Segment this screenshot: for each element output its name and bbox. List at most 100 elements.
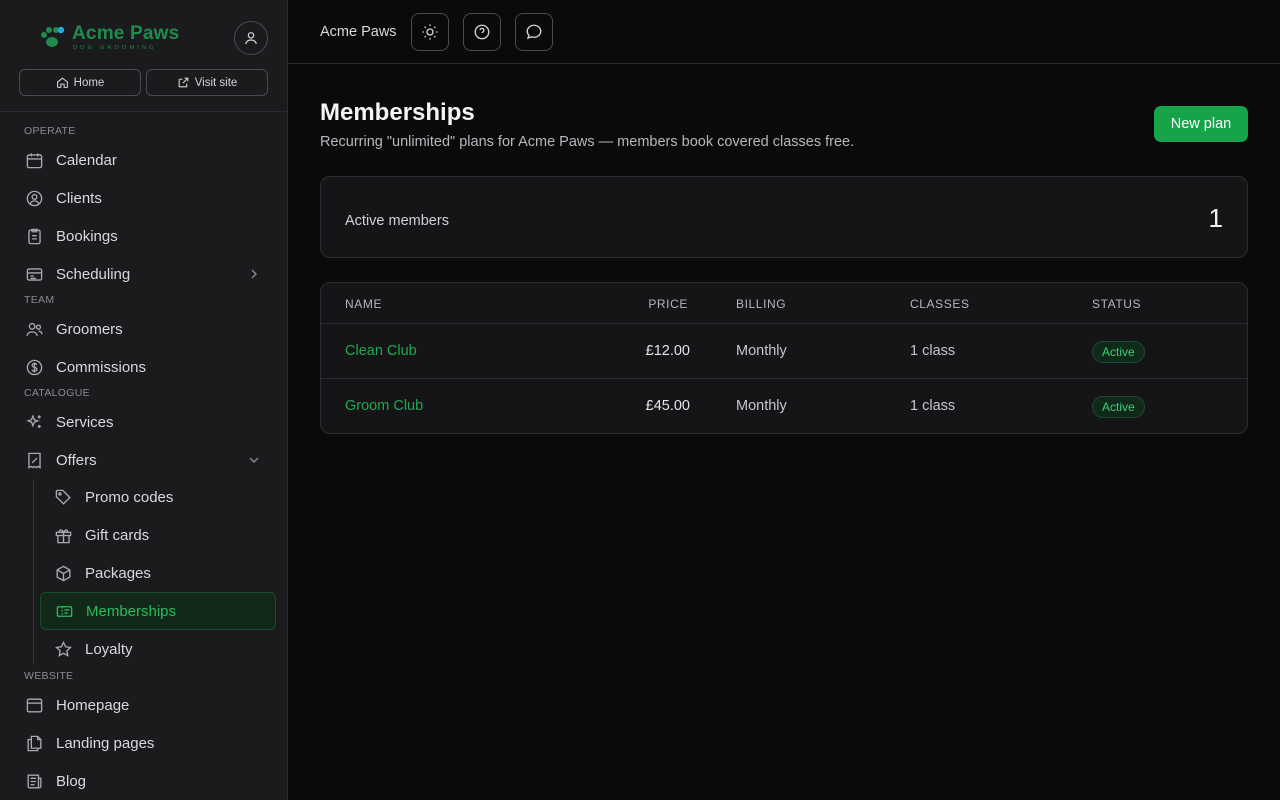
plan-price: £12.00 (645, 343, 690, 359)
ticket-icon (54, 601, 74, 621)
messages-button[interactable] (515, 13, 553, 51)
gift-icon (53, 525, 73, 545)
sidebar-label: Offers (56, 451, 97, 469)
sidebar-label: Loyalty (85, 640, 133, 658)
workspace-title: Acme Paws (320, 24, 397, 40)
status-badge: Active (1092, 341, 1145, 363)
receipt-percent-icon (24, 450, 44, 470)
home-button[interactable]: Home (19, 69, 141, 96)
table-row[interactable]: Clean Club £12.00 Monthly 1 class Active (321, 324, 1247, 379)
sidebar: Acme Paws DOG GROOMING Home Visit site O… (0, 0, 288, 800)
sidebar-label: Commissions (56, 358, 147, 376)
column-header-billing[interactable]: BILLING (736, 297, 786, 311)
brand-tagline: DOG GROOMING (73, 45, 157, 51)
sidebar-label: Packages (85, 564, 151, 582)
column-header-classes[interactable]: CLASSES (910, 297, 970, 311)
external-link-icon (177, 76, 190, 89)
home-icon (56, 76, 69, 89)
visit-site-button[interactable]: Visit site (146, 69, 268, 96)
newspaper-icon (24, 771, 44, 791)
user-circle-icon (24, 188, 44, 208)
sidebar-item-memberships[interactable]: Memberships (40, 592, 276, 630)
memberships-table: NAME PRICE BILLING CLASSES STATUS Clean … (320, 282, 1248, 434)
sidebar-item-blog[interactable]: Blog (24, 766, 274, 796)
package-icon (53, 563, 73, 583)
plan-classes: 1 class (910, 398, 956, 414)
new-plan-button[interactable]: New plan (1154, 106, 1248, 142)
sidebar-label: Promo codes (85, 488, 174, 506)
user-icon (243, 30, 259, 46)
sidebar-item-bookings[interactable]: Bookings (24, 221, 274, 251)
sidebar-item-scheduling[interactable]: Scheduling (24, 259, 274, 289)
chevron-right-icon (246, 266, 262, 282)
section-catalogue: CATALOGUE (24, 387, 90, 399)
section-website: WEBSITE (24, 670, 74, 682)
sidebar-label: Blog (56, 772, 87, 790)
sidebar-item-commissions[interactable]: Commissions (24, 352, 274, 382)
sidebar-item-homepage[interactable]: Homepage (24, 690, 274, 720)
column-header-status[interactable]: STATUS (1092, 297, 1141, 311)
plan-name-link[interactable]: Clean Club (345, 343, 417, 359)
sidebar-item-groomers[interactable]: Groomers (24, 314, 274, 344)
sidebar-label: Clients (56, 189, 102, 207)
plan-classes: 1 class (910, 343, 956, 359)
section-team: TEAM (24, 294, 55, 306)
brand-row: Acme Paws DOG GROOMING (0, 0, 287, 70)
sidebar-item-gift-cards[interactable]: Gift cards (40, 516, 276, 554)
visit-site-label: Visit site (194, 76, 238, 89)
status-badge: Active (1092, 396, 1145, 418)
sidebar-label: Bookings (56, 227, 118, 245)
section-operate: OPERATE (24, 125, 76, 137)
sidebar-item-services[interactable]: Services (24, 407, 274, 437)
help-icon (473, 23, 491, 41)
sun-icon (421, 23, 439, 41)
page-title: Memberships (320, 99, 475, 126)
star-icon (53, 639, 73, 659)
table-row[interactable]: Groom Club £45.00 Monthly 1 class Active (321, 379, 1247, 433)
topbar: Acme Paws (288, 0, 1280, 64)
plan-name-link[interactable]: Groom Club (345, 398, 423, 414)
plan-billing: Monthly (736, 398, 787, 414)
sidebar-label: Gift cards (85, 526, 150, 544)
account-button[interactable] (234, 21, 268, 55)
page-subtitle: Recurring "unlimited" plans for Acme Paw… (320, 134, 855, 150)
sidebar-label: Scheduling (56, 265, 131, 283)
active-members-value: 1 (1208, 203, 1223, 233)
browser-icon (24, 695, 44, 715)
sidebar-item-packages[interactable]: Packages (40, 554, 276, 592)
plan-price: £45.00 (645, 398, 690, 414)
chat-icon (525, 23, 543, 41)
submenu-guide (33, 479, 34, 665)
column-header-name[interactable]: NAME (345, 297, 382, 311)
active-members-label: Active members (345, 213, 449, 229)
help-button[interactable] (463, 13, 501, 51)
sidebar-item-promo-codes[interactable]: Promo codes (40, 478, 276, 516)
theme-toggle-button[interactable] (411, 13, 449, 51)
sidebar-item-loyalty[interactable]: Loyalty (40, 630, 276, 668)
tag-icon (53, 487, 73, 507)
chevron-down-icon (246, 452, 262, 468)
sidebar-label: Services (56, 413, 114, 431)
home-label: Home (73, 76, 105, 89)
sparkles-icon (24, 412, 44, 432)
schedule-icon (24, 264, 44, 284)
column-header-price[interactable]: PRICE (648, 297, 688, 311)
paw-icon (38, 24, 66, 52)
sidebar-label: Calendar (56, 151, 117, 169)
sidebar-label: Groomers (56, 320, 123, 338)
calendar-icon (24, 150, 44, 170)
plan-billing: Monthly (736, 343, 787, 359)
documents-icon (24, 733, 44, 753)
brand-logo[interactable]: Acme Paws DOG GROOMING (38, 24, 179, 52)
active-members-card: Active members 1 (320, 176, 1248, 258)
sidebar-item-landing-pages[interactable]: Landing pages (24, 728, 274, 758)
users-icon (24, 319, 44, 339)
sidebar-label: Landing pages (56, 734, 155, 752)
sidebar-label: Memberships (86, 602, 177, 620)
sidebar-divider (0, 111, 287, 112)
sidebar-label: Homepage (56, 696, 130, 714)
brand-name: Acme Paws (72, 23, 180, 44)
sidebar-item-offers[interactable]: Offers (24, 445, 274, 475)
sidebar-item-calendar[interactable]: Calendar (24, 145, 274, 175)
sidebar-item-clients[interactable]: Clients (24, 183, 274, 213)
